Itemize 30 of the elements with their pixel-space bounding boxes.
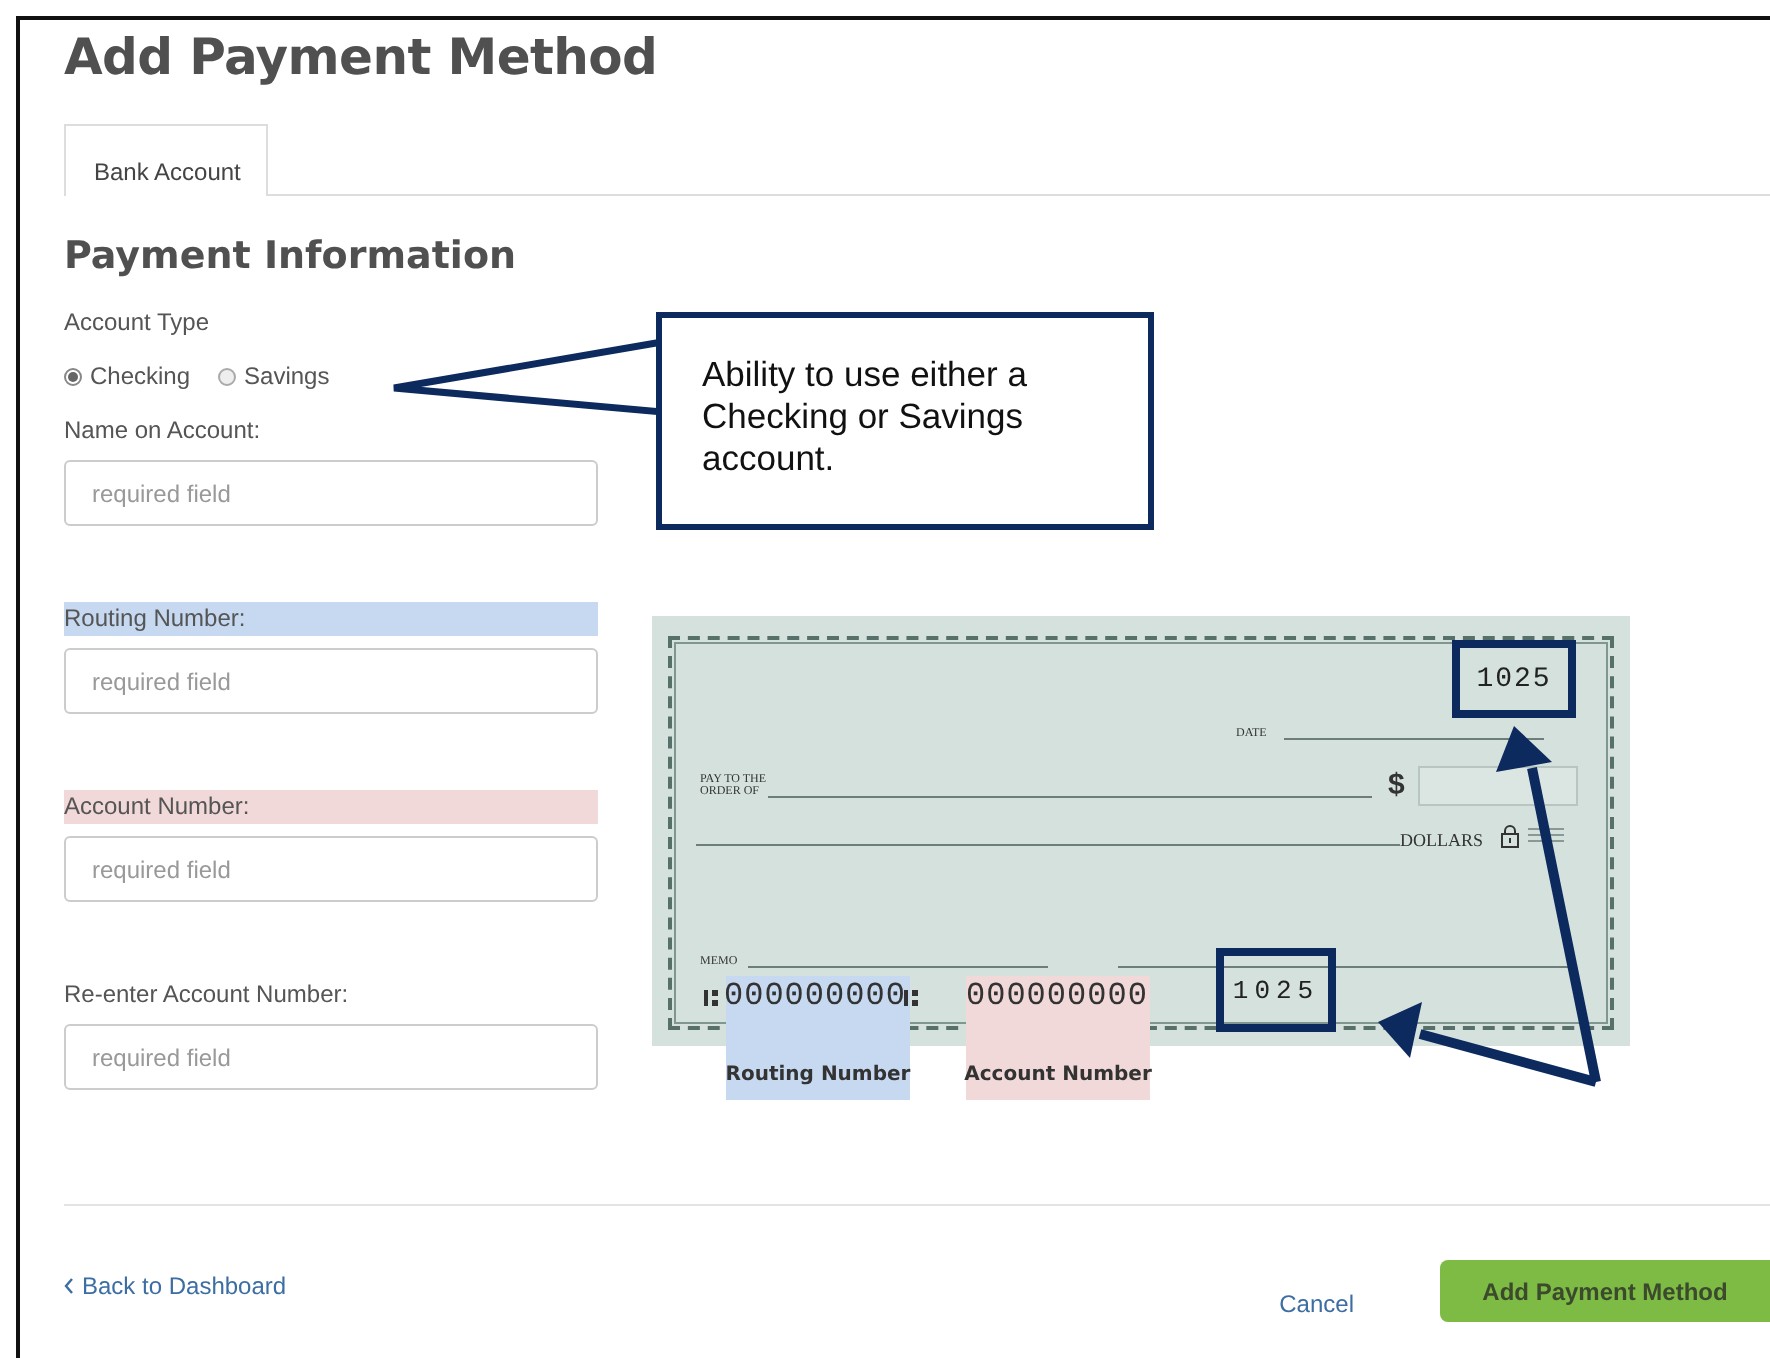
section-title: Payment Information	[64, 234, 517, 278]
radio-option[interactable]: Checking	[64, 362, 191, 390]
legend-label: Routing Number	[725, 1064, 911, 1090]
field-label: Re-enter Account Number:	[64, 978, 349, 1012]
transit-symbol-icon	[704, 986, 720, 1010]
chevron-left-icon	[64, 1278, 74, 1294]
dollar-sign: $	[1388, 768, 1405, 802]
page-title: Add Payment Method	[64, 28, 658, 86]
field-label: Account Number:	[64, 790, 598, 824]
tab[interactable]: Bank Account	[64, 124, 269, 196]
legend-label: Account Number	[964, 1064, 1152, 1090]
micr-check-number: 1025	[1216, 948, 1336, 1032]
input-field[interactable]: required field	[64, 1024, 598, 1090]
cancel-button[interactable]: Cancel	[1267, 1288, 1366, 1320]
check-number: 1025	[1452, 640, 1576, 718]
routing-digits: 000000000	[724, 978, 906, 1014]
lock-icon	[1500, 824, 1520, 848]
callout-text: Ability to use either a Checking or Savings account.	[656, 312, 1154, 530]
radio-option[interactable]: Savings	[218, 362, 330, 390]
dollars-label: DOLLARS	[1400, 830, 1484, 850]
input-field[interactable]: required field	[64, 836, 598, 902]
field-label: Account Type	[64, 306, 209, 340]
account-digits: 000000000	[966, 978, 1148, 1014]
input-field[interactable]: required field	[64, 648, 598, 714]
field-label: Name on Account:	[64, 414, 261, 448]
transit-symbol-icon	[904, 986, 920, 1010]
back-link[interactable]: Back to Dashboard	[64, 1272, 287, 1300]
input-field[interactable]: required field	[64, 460, 598, 526]
add-payment-method-button[interactable]: Add Payment Method	[1440, 1260, 1770, 1322]
field-label: Routing Number:	[64, 602, 598, 636]
